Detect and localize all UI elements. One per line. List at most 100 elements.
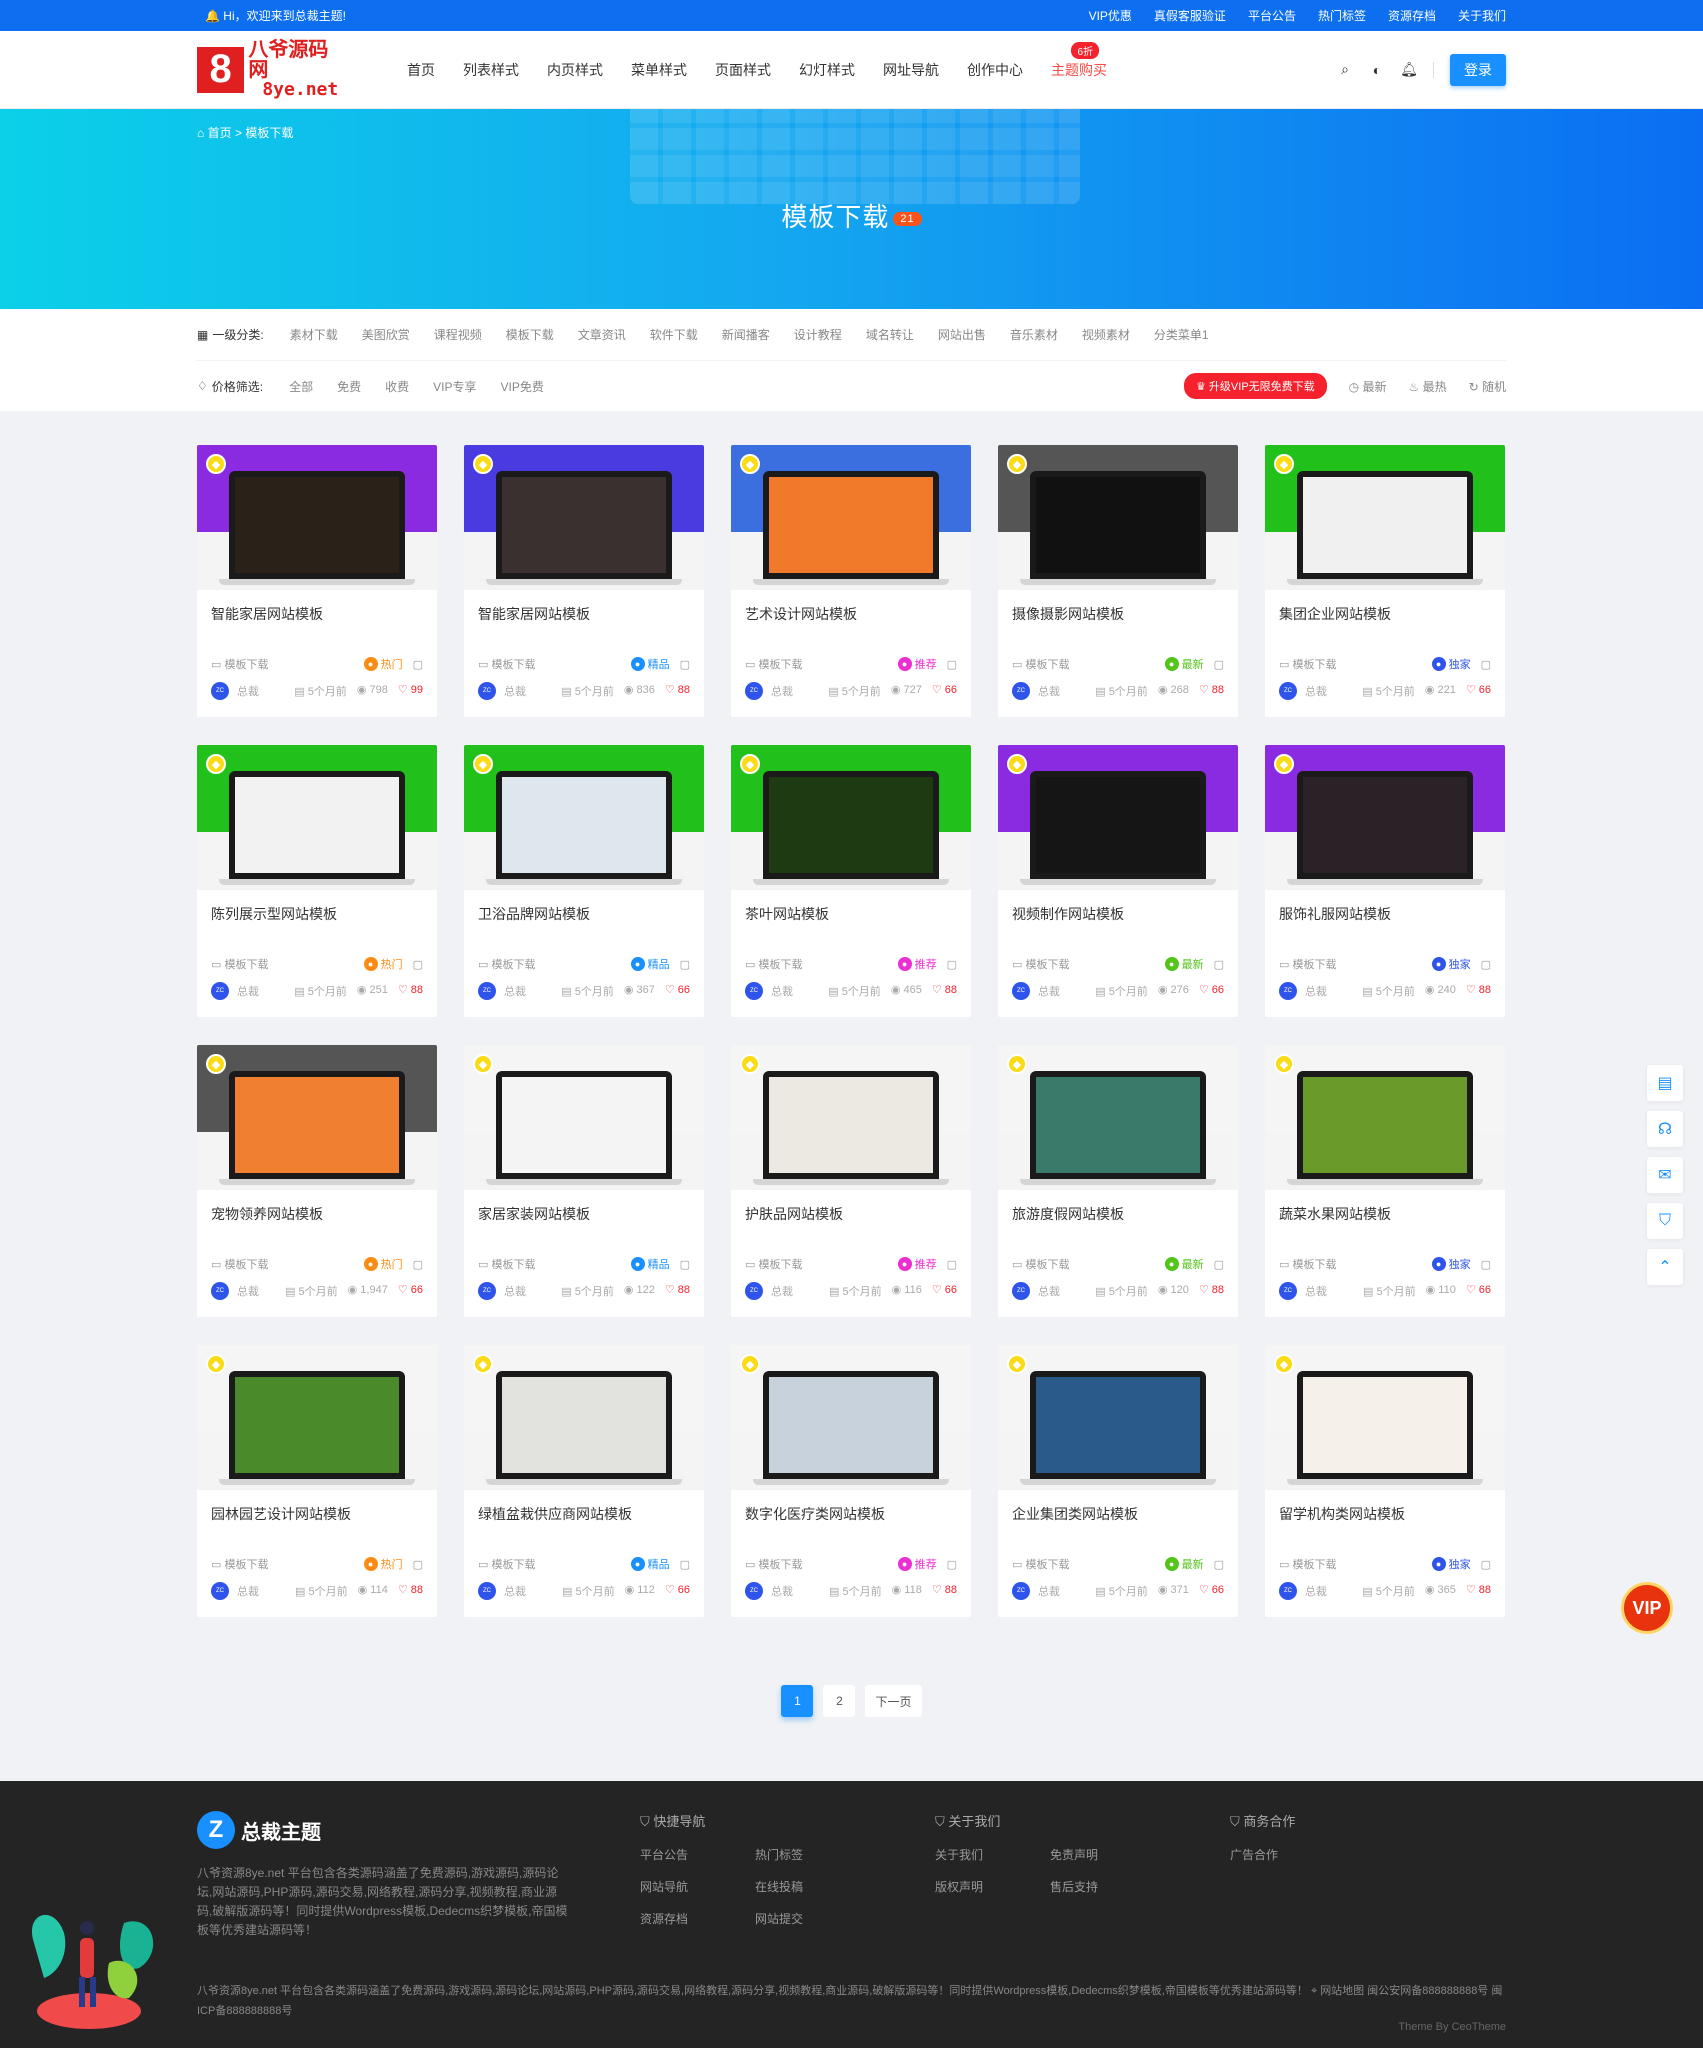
post-thumbnail[interactable]: ◆ bbox=[731, 1045, 971, 1190]
post-likes[interactable]: ♡ 66 bbox=[1466, 1283, 1491, 1299]
post-category[interactable]: ▭ 模板下载 bbox=[745, 1556, 898, 1572]
post-author[interactable]: 总裁 bbox=[1305, 1583, 1327, 1599]
post-category[interactable]: ▭ 模板下载 bbox=[211, 656, 364, 672]
sitemap-link[interactable]: ⌖ 网站地图 bbox=[1311, 1985, 1364, 1997]
post-title[interactable]: 卫浴品牌网站模板 bbox=[464, 890, 704, 942]
post-author[interactable]: 总裁 bbox=[1305, 983, 1327, 999]
post-author[interactable]: 总裁 bbox=[504, 983, 526, 999]
post-author[interactable]: 总裁 bbox=[237, 1583, 259, 1599]
post-likes[interactable]: ♡ 88 bbox=[1199, 683, 1224, 699]
post-thumbnail[interactable]: ◆ bbox=[998, 445, 1238, 590]
post-title[interactable]: 智能家居网站模板 bbox=[464, 590, 704, 642]
next-page[interactable]: 下一页 bbox=[865, 1685, 922, 1717]
footer-link[interactable]: 免责声明 bbox=[1050, 1846, 1165, 1863]
comment-icon[interactable]: ▢ bbox=[680, 1258, 690, 1271]
comment-icon[interactable]: ▢ bbox=[413, 1258, 423, 1271]
post-card[interactable]: ◆ 集团企业网站模板 ▭ 模板下载 ● 独家 ▢ ZC 总裁 ▤ 5个月前 ◉ 2… bbox=[1265, 445, 1505, 717]
post-card[interactable]: ◆ 智能家居网站模板 ▭ 模板下载 ● 精品 ▢ ZC 总裁 ▤ 5个月前 ◉ 8… bbox=[464, 445, 704, 717]
bell-icon[interactable]: 🔔︎ bbox=[1400, 61, 1418, 78]
post-title[interactable]: 留学机构类网站模板 bbox=[1265, 1490, 1505, 1542]
post-likes[interactable]: ♡ 66 bbox=[1466, 683, 1491, 699]
post-thumbnail[interactable]: ◆ bbox=[731, 445, 971, 590]
post-title[interactable]: 企业集团类网站模板 bbox=[998, 1490, 1238, 1542]
comment-icon[interactable]: ▢ bbox=[413, 958, 423, 971]
comment-icon[interactable]: ▢ bbox=[1481, 658, 1491, 671]
comment-icon[interactable]: ▢ bbox=[680, 958, 690, 971]
post-author[interactable]: 总裁 bbox=[237, 683, 259, 699]
post-card[interactable]: ◆ 视频制作网站模板 ▭ 模板下载 ● 最新 ▢ ZC 总裁 ▤ 5个月前 ◉ 2… bbox=[998, 745, 1238, 1017]
comment-icon[interactable]: ▢ bbox=[1481, 958, 1491, 971]
post-title[interactable]: 服饰礼服网站模板 bbox=[1265, 890, 1505, 942]
nav-buy-theme[interactable]: 主题购买 6折 bbox=[1037, 41, 1121, 80]
sort-random[interactable]: ↻ 随机 bbox=[1469, 378, 1506, 395]
post-likes[interactable]: ♡ 88 bbox=[398, 1583, 423, 1599]
page-1[interactable]: 1 bbox=[781, 1685, 814, 1717]
post-card[interactable]: ◆ 茶叶网站模板 ▭ 模板下载 ● 推荐 ▢ ZC 总裁 ▤ 5个月前 ◉ 465… bbox=[731, 745, 971, 1017]
post-title[interactable]: 宠物领养网站模板 bbox=[197, 1190, 437, 1242]
post-thumbnail[interactable]: ◆ bbox=[1265, 1345, 1505, 1490]
comment-icon[interactable]: ▢ bbox=[680, 658, 690, 671]
price-option[interactable]: 免费 bbox=[337, 378, 361, 395]
post-card[interactable]: ◆ 家居家装网站模板 ▭ 模板下载 ● 精品 ▢ ZC 总裁 ▤ 5个月前 ◉ 1… bbox=[464, 1045, 704, 1317]
post-thumbnail[interactable]: ◆ bbox=[464, 445, 704, 590]
post-likes[interactable]: ♡ 66 bbox=[1199, 1583, 1224, 1599]
comment-icon[interactable]: ▢ bbox=[947, 1558, 957, 1571]
cat-option[interactable]: 音乐素材 bbox=[1010, 326, 1058, 343]
post-thumbnail[interactable]: ◆ bbox=[197, 445, 437, 590]
post-title[interactable]: 艺术设计网站模板 bbox=[731, 590, 971, 642]
post-author[interactable]: 总裁 bbox=[1038, 683, 1060, 699]
post-card[interactable]: ◆ 陈列展示型网站模板 ▭ 模板下载 ● 热门 ▢ ZC 总裁 ▤ 5个月前 ◉ … bbox=[197, 745, 437, 1017]
footer-link[interactable]: 在线投稿 bbox=[755, 1878, 870, 1895]
post-likes[interactable]: ♡ 88 bbox=[932, 983, 957, 999]
post-thumbnail[interactable]: ◆ bbox=[1265, 1045, 1505, 1190]
post-likes[interactable]: ♡ 66 bbox=[398, 1283, 423, 1299]
post-thumbnail[interactable]: ◆ bbox=[731, 1345, 971, 1490]
comment-icon[interactable]: ▢ bbox=[1481, 1258, 1491, 1271]
post-likes[interactable]: ♡ 88 bbox=[1466, 983, 1491, 999]
post-author[interactable]: 总裁 bbox=[1305, 1283, 1327, 1299]
post-category[interactable]: ▭ 模板下载 bbox=[1012, 956, 1165, 972]
post-title[interactable]: 茶叶网站模板 bbox=[731, 890, 971, 942]
comment-icon[interactable]: ▢ bbox=[1481, 1558, 1491, 1571]
post-card[interactable]: ◆ 服饰礼服网站模板 ▭ 模板下载 ● 独家 ▢ ZC 总裁 ▤ 5个月前 ◉ 2… bbox=[1265, 745, 1505, 1017]
post-title[interactable]: 护肤品网站模板 bbox=[731, 1190, 971, 1242]
login-button[interactable]: 登录 bbox=[1450, 53, 1506, 86]
price-option[interactable]: VIP专享 bbox=[433, 378, 476, 395]
post-likes[interactable]: ♡ 99 bbox=[398, 683, 423, 699]
post-author[interactable]: 总裁 bbox=[771, 1583, 793, 1599]
post-category[interactable]: ▭ 模板下载 bbox=[1279, 956, 1432, 972]
cat-option[interactable]: 软件下载 bbox=[650, 326, 698, 343]
footer-link[interactable]: 售后支持 bbox=[1050, 1878, 1165, 1895]
post-likes[interactable]: ♡ 88 bbox=[665, 1283, 690, 1299]
post-likes[interactable]: ♡ 88 bbox=[1466, 1583, 1491, 1599]
post-thumbnail[interactable]: ◆ bbox=[1265, 445, 1505, 590]
footer-link[interactable]: 热门标签 bbox=[755, 1846, 870, 1863]
footer-link[interactable]: 关于我们 bbox=[935, 1846, 1050, 1863]
post-category[interactable]: ▭ 模板下载 bbox=[478, 956, 631, 972]
post-thumbnail[interactable]: ◆ bbox=[1265, 745, 1505, 890]
top-link-vip[interactable]: VIP优惠 bbox=[1089, 7, 1132, 24]
post-category[interactable]: ▭ 模板下载 bbox=[1012, 1556, 1165, 1572]
post-title[interactable]: 陈列展示型网站模板 bbox=[197, 890, 437, 942]
cat-option[interactable]: 网站出售 bbox=[938, 326, 986, 343]
comment-icon[interactable]: ▢ bbox=[1214, 1558, 1224, 1571]
post-author[interactable]: 总裁 bbox=[1038, 1583, 1060, 1599]
post-author[interactable]: 总裁 bbox=[237, 983, 259, 999]
post-title[interactable]: 绿植盆栽供应商网站模板 bbox=[464, 1490, 704, 1542]
post-title[interactable]: 摄像摄影网站模板 bbox=[998, 590, 1238, 642]
footer-link[interactable]: 网站导航 bbox=[640, 1878, 755, 1895]
comment-icon[interactable]: ▢ bbox=[947, 1258, 957, 1271]
comment-icon[interactable]: ▢ bbox=[1214, 658, 1224, 671]
cat-option[interactable]: 课程视频 bbox=[434, 326, 482, 343]
post-card[interactable]: ◆ 绿植盆栽供应商网站模板 ▭ 模板下载 ● 精品 ▢ ZC 总裁 ▤ 5个月前 … bbox=[464, 1345, 704, 1617]
post-likes[interactable]: ♡ 66 bbox=[932, 683, 957, 699]
post-thumbnail[interactable]: ◆ bbox=[464, 1045, 704, 1190]
footer-link[interactable]: 资源存档 bbox=[640, 1910, 755, 1927]
back-to-top-icon[interactable]: ⌃ bbox=[1647, 1249, 1683, 1285]
top-link-archive[interactable]: 资源存档 bbox=[1388, 7, 1436, 24]
comment-icon[interactable]: ▢ bbox=[1214, 958, 1224, 971]
post-category[interactable]: ▭ 模板下载 bbox=[211, 1556, 364, 1572]
post-card[interactable]: ◆ 企业集团类网站模板 ▭ 模板下载 ● 最新 ▢ ZC 总裁 ▤ 5个月前 ◉ … bbox=[998, 1345, 1238, 1617]
post-thumbnail[interactable]: ◆ bbox=[464, 1345, 704, 1490]
footer-link[interactable]: 版权声明 bbox=[935, 1878, 1050, 1895]
